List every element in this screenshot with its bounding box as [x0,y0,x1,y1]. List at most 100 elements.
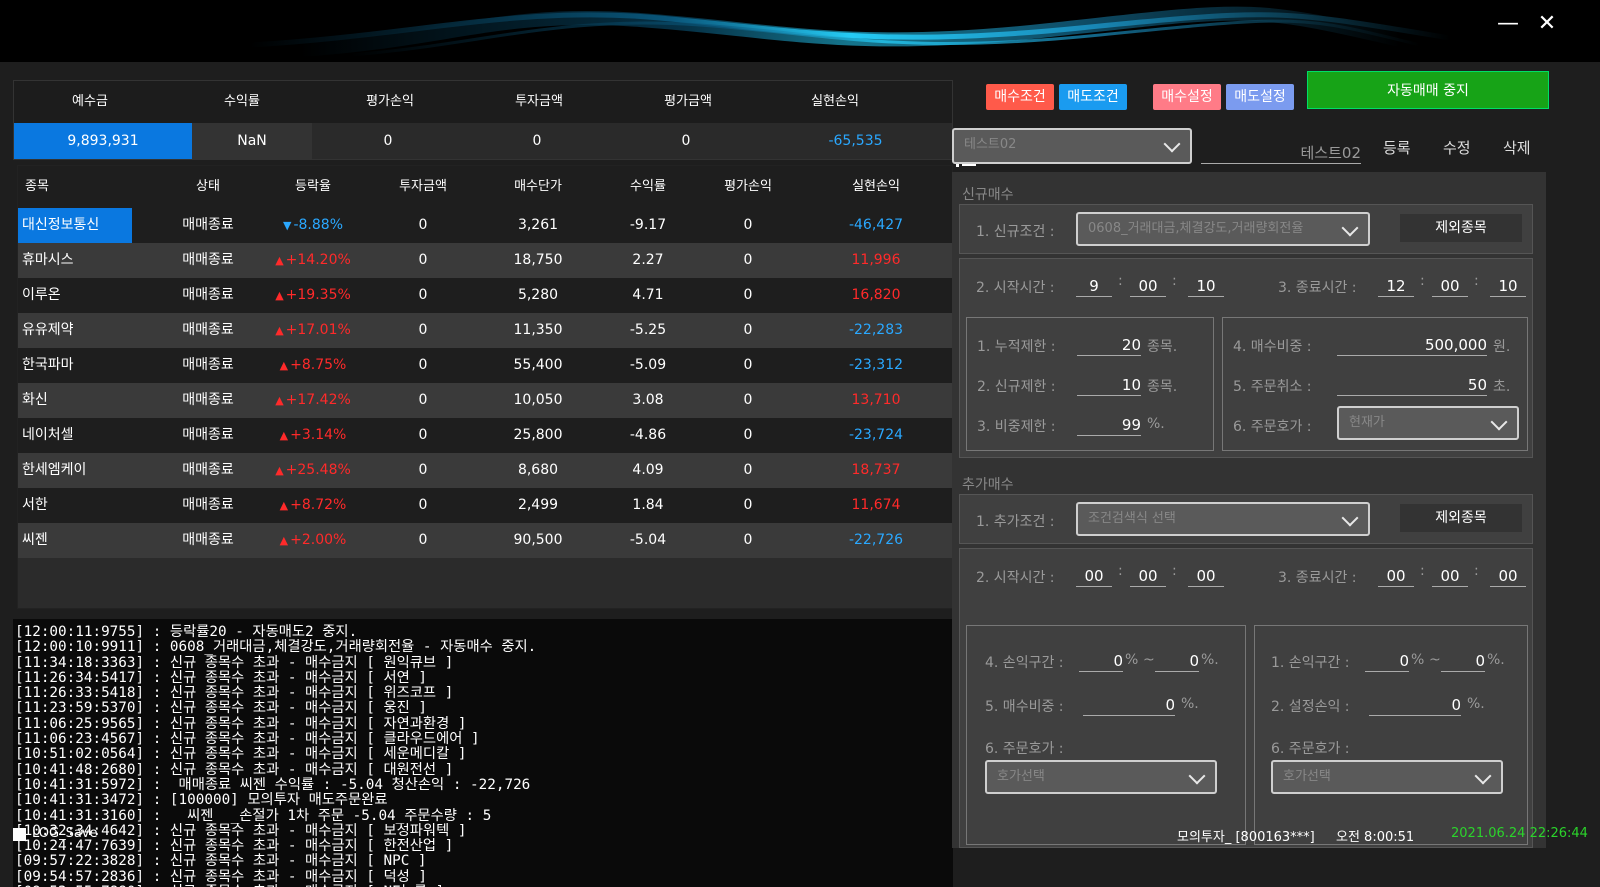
stop-auto-trade-button[interactable]: 자동매매 중지 [1307,71,1549,109]
change-value: +19.35% [285,287,351,303]
grid-header-price[interactable]: 매수단가 [478,166,598,208]
sell-condition-button[interactable]: 매도조건 [1059,84,1127,110]
cell-eval: 0 [743,322,753,338]
triangle-up-icon: ▲ [275,254,284,267]
add-start-hour[interactable]: 00 [1076,563,1112,587]
order-cancel-input[interactable]: 50 [1337,372,1487,396]
cum-limit-input[interactable]: 20 [1077,332,1141,356]
grid-header-change[interactable]: 등락율 [258,166,368,208]
table-row[interactable]: 휴마시스 매매종료 ▲ +14.20% 0 18,750 2.27 0 11,996 [18,243,952,278]
close-button[interactable]: ✕ [1532,10,1562,38]
cell-realized: 13,710 [851,392,901,408]
table-row[interactable]: 서한 매매종료 ▲ +8.72% 0 2,499 1.84 0 11,674 [18,488,952,523]
stock-grid[interactable]: 종목 상태 등락율 투자금액 매수단가 수익률 평가손익 실현손익 대신정보통신… [17,165,953,609]
profile-name-field[interactable]: 테스트02 [1201,140,1361,164]
cell-eval: 0 [743,392,753,408]
r-pl-unit: %. [1467,696,1485,712]
grid-header-rate[interactable]: 수익률 [598,166,698,208]
l-weight-input[interactable]: 0 [1083,692,1175,716]
r-pl-input[interactable]: 0 [1369,692,1461,716]
new-end-min[interactable]: 00 [1432,273,1468,297]
buy-weight-input[interactable]: 500,000 [1337,332,1487,356]
ratio-limit-input[interactable]: 99 [1077,412,1141,436]
change-value: +8.72% [290,497,347,513]
buy-weight-label: 4. 매수비중 : [1233,339,1312,355]
grid-header-name[interactable]: 종목 [18,166,158,208]
delete-button[interactable]: 삭제 [1503,137,1531,158]
register-button[interactable]: 등록 [1383,137,1411,158]
table-row[interactable]: 씨젠 매매종료 ▲ +2.00% 0 90,500 -5.04 0 -22,726 [18,523,952,558]
log-panel[interactable]: [12:00:11:9755] : 등락률20 - 자동매도2 중지. [12:0… [13,619,953,887]
profile-combo[interactable]: 테스트02 [952,128,1192,164]
r-range-from[interactable]: 0 [1365,648,1409,672]
r-range-to[interactable]: 0 [1441,648,1485,672]
cell-eval: 0 [743,217,753,233]
cell-invest: 0 [418,217,428,233]
triangle-down-icon: ▼ [283,219,292,232]
grid-header-status[interactable]: 상태 [158,166,258,208]
cell-price: 3,261 [517,217,559,233]
new-exclude-button[interactable]: 제외종목 [1400,214,1522,242]
add-end-hour[interactable]: 00 [1378,563,1414,587]
cell-rate: 4.71 [632,287,664,303]
cell-eval: 0 [743,497,753,513]
grid-header-eval[interactable]: 평가손익 [698,166,798,208]
profile-combo-value: 테스트02 [964,137,1017,152]
cell-change: ▲ +8.75% [258,348,368,383]
buy-setting-button[interactable]: 매수설정 [1153,84,1221,110]
l-range-from[interactable]: 0 [1079,648,1123,672]
new-condition-combo[interactable]: 0608_거래대금,체결강도,거래량회전율 [1076,212,1370,246]
minimize-button[interactable]: — [1493,10,1523,38]
new-limit-input[interactable]: 10 [1077,372,1141,396]
grid-header-realized[interactable]: 실현손익 [798,166,952,208]
log-save-label[interactable]: LOG_Save [32,826,98,841]
table-row[interactable]: 이루온 매매종료 ▲ +19.35% 0 5,280 4.71 0 16,820 [18,278,952,313]
new-start-min[interactable]: 00 [1130,273,1166,297]
table-row[interactable]: 한세엠케이 매매종료 ▲ +25.48% 0 8,680 4.09 0 18,737 [18,453,952,488]
colon: : [1118,563,1123,579]
add-condition-combo[interactable]: 조건검색식 선택 [1076,502,1370,536]
l-weight-unit: %. [1181,696,1199,712]
table-row[interactable]: 네이처셀 매매종료 ▲ +3.14% 0 25,800 -4.86 0 -23,724 [18,418,952,453]
triangle-up-icon: ▲ [275,464,284,477]
add-end-sec[interactable]: 00 [1490,563,1526,587]
log-line: [11:34:18:3363] : 신규 종목수 초과 - 매수금지 [ 원익큐… [15,654,454,671]
grid-header-invest[interactable]: 투자금액 [368,166,478,208]
buy-condition-button[interactable]: 매수조건 [986,84,1054,110]
new-limits-box: 1. 누적제한 : 20 종목. 2. 신규제한 : 10 종목. 3. 비중제… [966,317,1214,451]
l-price-combo[interactable]: 호가선택 [985,760,1217,794]
cell-realized: -23,724 [848,427,904,443]
l-range-tilde: ~ [1143,652,1155,668]
add-start-min[interactable]: 00 [1130,563,1166,587]
summary-value-realized: -65,535 [759,123,952,159]
cell-realized: -22,726 [848,532,904,548]
cell-name: 한국파마 [22,357,74,373]
edit-button[interactable]: 수정 [1443,137,1471,158]
new-start-hour[interactable]: 9 [1076,273,1112,297]
sell-setting-button[interactable]: 매도설정 [1226,84,1294,110]
cum-limit-unit: 종목. [1147,339,1178,355]
add-end-min[interactable]: 00 [1432,563,1468,587]
cell-price: 10,050 [513,392,563,408]
l-range-to[interactable]: 0 [1155,648,1199,672]
order-cancel-unit: 초. [1493,379,1511,395]
cell-eval: 0 [743,252,753,268]
table-row[interactable]: 한국파마 매매종료 ▲ +8.75% 0 55,400 -5.09 0 -23,312 [18,348,952,383]
chevron-down-icon [1490,413,1508,431]
table-row[interactable]: 화신 매매종료 ▲ +17.42% 0 10,050 3.08 0 13,710 [18,383,952,418]
cell-status: 매매종료 [182,217,234,233]
new-start-sec[interactable]: 10 [1188,273,1224,297]
r-price-combo[interactable]: 호가선택 [1271,760,1503,794]
log-line: [10:41:31:5972] : 매매종료 씨젠 수익률 : -5.04 청산… [15,776,531,793]
table-row[interactable]: 대신정보통신 매매종료 ▼ -8.88% 0 3,261 -9.17 0 -46,427 [18,208,952,243]
new-end-sec[interactable]: 10 [1490,273,1526,297]
new-end-hour[interactable]: 12 [1378,273,1414,297]
add-start-sec[interactable]: 00 [1188,563,1224,587]
log-save-checkbox[interactable] [13,828,26,841]
r-range-label: 1. 손익구간 : [1271,655,1350,671]
add-exclude-button[interactable]: 제외종목 [1400,504,1522,532]
order-price-combo[interactable]: 현재가 [1337,406,1519,440]
l-weight-label: 5. 매수비중 : [985,699,1064,715]
table-row[interactable]: 유유제약 매매종료 ▲ +17.01% 0 11,350 -5.25 0 -22,283 [18,313,952,348]
cell-name: 씨젠 [22,532,48,548]
